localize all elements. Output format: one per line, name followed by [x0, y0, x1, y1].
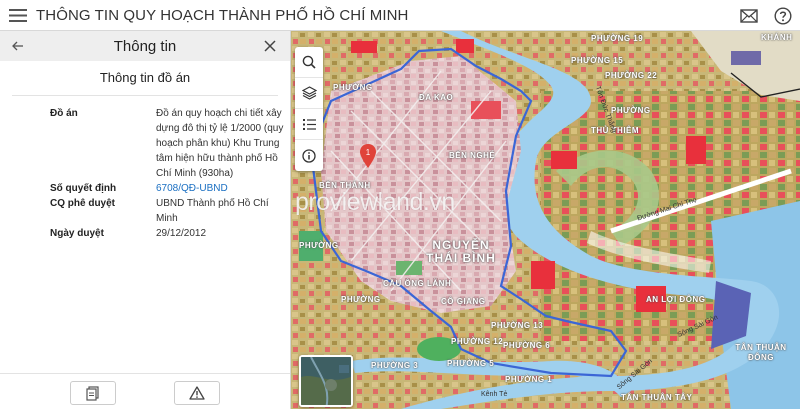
map-toolbar [295, 47, 323, 171]
panel-header: Thông tin [0, 31, 290, 61]
road-label-kenh-te: Kênh Tẻ [481, 391, 508, 398]
map-label-phuong-top: PHƯỜNG [333, 83, 373, 92]
legend-list-icon [302, 118, 316, 130]
planning-map[interactable]: KHÁNH PHƯỜNG ĐA KAO BẾN NGHÉ BẾN THÀNH N… [291, 31, 800, 409]
document-icon [86, 385, 99, 401]
search-icon [302, 55, 316, 69]
top-bar: THÔNG TIN QUY HOẠCH THÀNH PHỐ HỒ CHÍ MIN… [0, 0, 800, 31]
info-label: CQ phê duyệt [50, 198, 116, 209]
map-label-phuong-15: PHƯỜNG 15 [571, 56, 624, 65]
map-pin-marker[interactable]: 1 [360, 144, 376, 168]
info-label: Ngày duyệt [50, 228, 104, 239]
info-row-cq-phe-duyet: CQ phê duyệt UBND Thành phố Hồ Chí Minh [0, 196, 290, 226]
mail-icon [740, 8, 758, 23]
info-value: UBND Thành phố Hồ Chí Minh [156, 198, 269, 224]
panel-footer [0, 373, 290, 409]
app-title: THÔNG TIN QUY HOẠCH THÀNH PHỐ HỒ CHÍ MIN… [36, 6, 409, 24]
map-label-phuong-19: PHƯỜNG 19 [591, 34, 644, 43]
info-row-so-quyet-dinh: Số quyết định 6708/QĐ-UBND [0, 181, 290, 196]
info-value: 29/12/2012 [156, 228, 207, 239]
map-label-tan-thuan-tay: TÂN THUẬN TÂY [621, 393, 693, 402]
map-label-phuong-left2: PHƯỜNG [341, 295, 381, 304]
map-label-phuong-13: PHƯỜNG 13 [491, 321, 544, 330]
map-label-nguyen-thai-binh: NGUYỄN THÁI BÌNH [426, 238, 496, 265]
help-icon [774, 6, 792, 25]
map-layers-button[interactable] [295, 78, 323, 109]
panel-title: Thông tin [113, 37, 177, 55]
info-label: Đồ án [50, 108, 78, 119]
map-label-phuong-12: PHƯỜNG 12 [451, 337, 504, 346]
watermark: proviewland.vn [295, 188, 455, 216]
menu-icon [9, 8, 27, 22]
map-label-khanh: KHÁNH [761, 33, 793, 42]
info-panel: Thông tin Thông tin đồ án Đồ án Đồ án qu… [0, 31, 291, 409]
decision-number-link[interactable]: 6708/QĐ-UBND [156, 181, 284, 196]
map-label-co-giang: CÔ GIANG [441, 297, 486, 306]
menu-button[interactable] [0, 0, 36, 31]
map-label-phuong-5: PHƯỜNG 5 [447, 359, 495, 368]
report-button[interactable] [174, 381, 220, 405]
map-label-phuong-22: PHƯỜNG 22 [605, 71, 658, 80]
map-label-phuong-6: PHƯỜNG 6 [503, 341, 551, 350]
info-label: Số quyết định [50, 183, 117, 194]
map-label-cau-ong-lanh: CẦU ÔNG LÃNH [383, 279, 452, 288]
document-button[interactable] [70, 381, 116, 405]
close-icon[interactable] [262, 38, 278, 54]
layers-icon [301, 86, 317, 100]
minimap-satellite-toggle[interactable] [299, 355, 353, 407]
map-legend-button[interactable] [295, 109, 323, 140]
warning-icon [189, 386, 205, 400]
back-button[interactable] [0, 31, 36, 61]
map-label-phuong-left: PHƯỜNG [299, 241, 339, 250]
section-title: Thông tin đồ án [12, 70, 278, 96]
info-row-ngay-duyet: Ngày duyệt 29/12/2012 [0, 226, 290, 241]
info-value: Đồ án quy hoạch chi tiết xây dựng đô thị… [156, 108, 284, 179]
map-label-ben-nghe: BẾN NGHÉ [449, 151, 496, 160]
map-label-phuong-3: PHƯỜNG 3 [371, 361, 419, 370]
help-button[interactable] [766, 0, 800, 31]
map-search-button[interactable] [295, 47, 323, 78]
mail-button[interactable] [732, 0, 766, 31]
map-label-an-loi-dong: AN LỢI ĐÔNG [646, 295, 706, 304]
arrow-left-icon [12, 41, 23, 51]
info-table: Đồ án Đồ án quy hoạch chi tiết xây dựng … [0, 106, 290, 241]
satellite-thumbnail [301, 357, 351, 405]
map-label-tan-thuan-dong: TÂN THUẬN ĐÔNG [735, 343, 787, 362]
map-info-button[interactable] [295, 140, 323, 171]
map-label-phuong-1: PHƯỜNG 1 [505, 375, 553, 384]
map-label-phuong-dakao: PHƯỜNG [611, 106, 651, 115]
info-row-do-an: Đồ án Đồ án quy hoạch chi tiết xây dựng … [0, 106, 290, 181]
info-icon [302, 148, 316, 163]
map-pin-label: 1 [366, 148, 371, 157]
map-label-dakao: ĐA KAO [419, 93, 454, 102]
